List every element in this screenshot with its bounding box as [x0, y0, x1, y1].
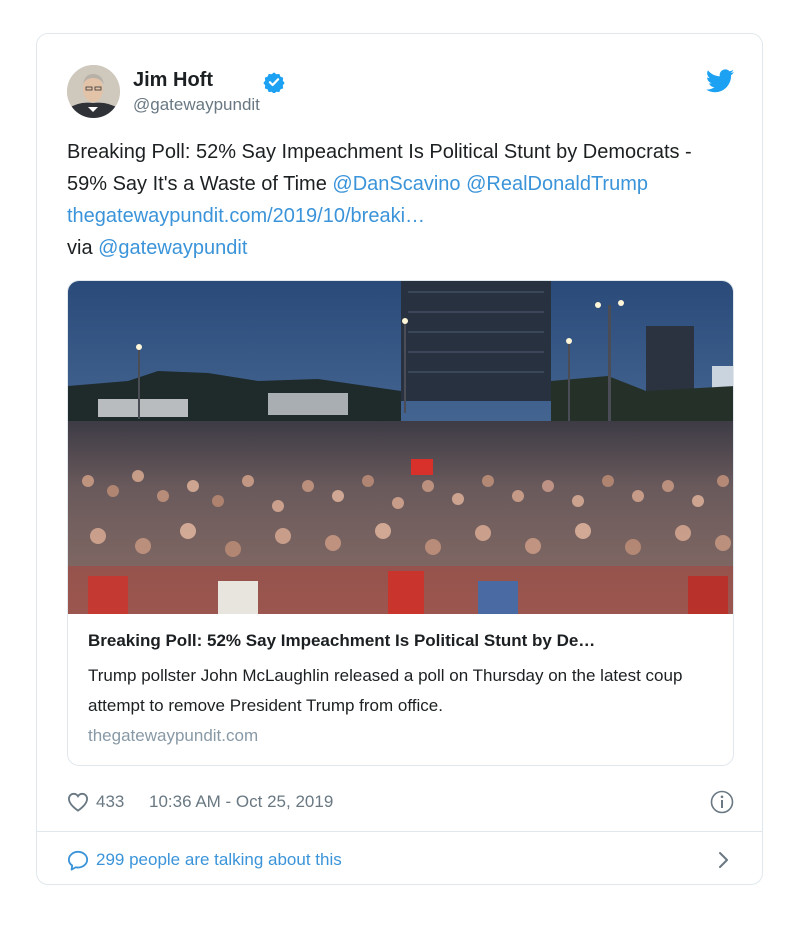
conversation-link[interactable]: 299 people are talking about this: [67, 847, 734, 873]
mention-realdonaldtrump[interactable]: @RealDonaldTrump: [466, 173, 648, 195]
author-handle[interactable]: @gatewaypundit: [133, 95, 260, 115]
avatar[interactable]: [67, 65, 120, 118]
info-icon[interactable]: [710, 790, 734, 814]
card-description: Trump pollster John McLaughlin released …: [88, 666, 683, 715]
twitter-bird-icon[interactable]: [706, 69, 734, 93]
article-link[interactable]: thegatewaypundit.com/2019/10/breaki…: [67, 205, 425, 227]
mention-gatewaypundit[interactable]: @gatewaypundit: [98, 237, 247, 259]
verified-badge-icon: [263, 72, 285, 93]
mention-danscavino[interactable]: @DanScavino: [332, 173, 460, 195]
heart-icon[interactable]: [67, 792, 89, 812]
card-title[interactable]: Breaking Poll: 52% Say Impeachment Is Po…: [88, 631, 718, 651]
divider: [37, 831, 762, 832]
timestamp[interactable]: 10:36 AM - Oct 25, 2019: [149, 792, 333, 812]
conversation-count[interactable]: 299 people are talking about this: [96, 850, 342, 870]
tweet-embed: Jim Hoft @gatewaypundit Breaking Poll: 5…: [36, 33, 763, 885]
author-name[interactable]: Jim Hoft: [133, 69, 213, 92]
chevron-right-icon[interactable]: [718, 851, 730, 869]
link-card[interactable]: Breaking Poll: 52% Say Impeachment Is Po…: [67, 280, 734, 766]
tweet-text-via: via: [67, 237, 99, 259]
tweet-text: Breaking Poll: 52% Say Impeachment Is Po…: [67, 136, 734, 264]
speech-bubble-icon: [67, 850, 89, 871]
card-photo[interactable]: [68, 281, 734, 614]
card-domain: thegatewaypundit.com: [88, 726, 259, 745]
tweet-header: Jim Hoft @gatewaypundit: [67, 65, 734, 120]
tweet-meta: 433 10:36 AM - Oct 25, 2019: [67, 790, 734, 816]
like-count[interactable]: 433: [96, 792, 124, 812]
